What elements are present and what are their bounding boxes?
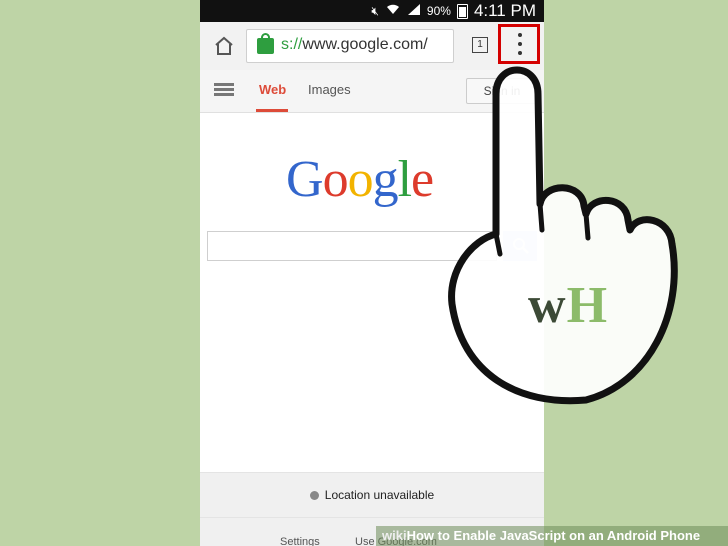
clock: 4:11 PM <box>473 1 536 20</box>
location-dot-icon <box>309 490 319 500</box>
caption-how: How <box>406 528 435 543</box>
location-text: Location unavailable <box>324 488 435 502</box>
watermark-w: w <box>528 277 567 334</box>
active-tab-indicator <box>256 109 288 112</box>
logo-letter: o <box>347 151 374 208</box>
menu-icon[interactable] <box>214 83 234 97</box>
logo-letter: o <box>322 151 349 208</box>
wikihow-watermark: wH <box>528 276 608 335</box>
home-icon <box>215 36 233 55</box>
battery-icon <box>456 3 468 19</box>
settings-link[interactable]: Settings <box>280 536 320 546</box>
url-text: s://www.google.com/ <box>281 36 428 54</box>
wifi-icon <box>385 0 401 22</box>
tab-web[interactable]: Web <box>259 82 286 97</box>
caption-title: to Enable JavaScript on an Android Phone <box>434 528 701 543</box>
caption-wiki: wiki <box>382 528 407 543</box>
status-bar: 🔇︎ 90% 4:11 PM <box>200 0 544 22</box>
lock-icon <box>257 38 274 54</box>
caption-bar: wikiHow to Enable JavaScript on an Andro… <box>376 526 728 546</box>
tab-images[interactable]: Images <box>308 82 351 97</box>
pointing-hand-icon <box>448 66 678 405</box>
logo-letter: l <box>397 151 412 208</box>
tabs-button[interactable]: 1 <box>472 37 488 53</box>
url-domain: www.google.com/ <box>302 36 428 53</box>
mute-icon: 🔇︎ <box>371 4 379 18</box>
logo-letter: e <box>411 151 434 208</box>
signal-icon <box>407 0 421 22</box>
location-bar: Location unavailable <box>200 472 544 517</box>
home-button[interactable] <box>212 34 236 58</box>
url-scheme: s:// <box>281 36 303 53</box>
google-logo: Google <box>286 150 434 209</box>
battery-percent: 90% <box>426 4 451 18</box>
watermark-h: H <box>566 277 609 334</box>
logo-letter: g <box>372 151 399 208</box>
logo-letter: G <box>286 151 324 208</box>
url-bar[interactable]: s://www.google.com/ <box>246 29 454 63</box>
